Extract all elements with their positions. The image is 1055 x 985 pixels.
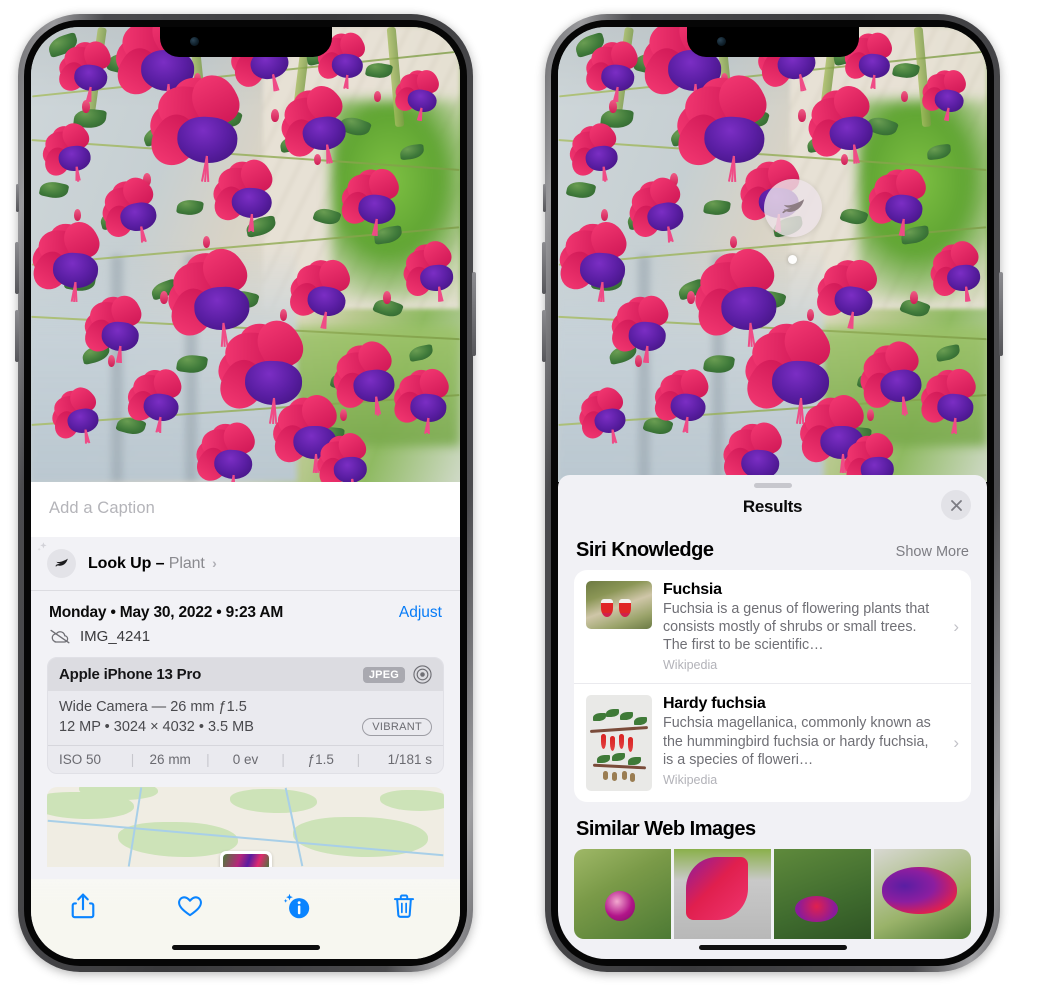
- front-camera: [189, 37, 199, 46]
- result-thumbnail: [586, 581, 652, 629]
- image-specs: 12 MP • 3024 × 4032 • 3.5 MB: [59, 719, 254, 735]
- capture-date-row: Monday • May 30, 2022 • 9:23 AM Adjust: [31, 591, 460, 626]
- front-camera: [716, 37, 726, 46]
- list-item[interactable]: Fuchsia Fuchsia is a genus of flowering …: [574, 570, 971, 683]
- result-description: Fuchsia magellanica, commonly known as t…: [663, 715, 931, 768]
- volume-up-button[interactable]: [15, 242, 19, 294]
- photo-viewer[interactable]: [558, 27, 987, 482]
- photographic-style-badge: VIBRANT: [362, 718, 432, 736]
- exif-focal: 26 mm: [149, 752, 191, 767]
- heart-icon[interactable]: [175, 891, 209, 925]
- filename-label: IMG_4241: [80, 628, 151, 645]
- chevron-right-icon: ›: [212, 554, 217, 571]
- iphone-left-photos-info: Add a Caption Look Up – Plant › Monday •…: [15, 14, 476, 972]
- look-up-title: Look Up –: [88, 554, 165, 572]
- web-image-thumbnail[interactable]: [674, 849, 771, 940]
- share-icon[interactable]: [68, 891, 102, 925]
- trash-icon[interactable]: [389, 891, 423, 925]
- web-image-thumbnail[interactable]: [774, 849, 871, 940]
- exif-shutter: 1/181 s: [387, 752, 432, 767]
- web-image-thumbnail[interactable]: [574, 849, 671, 940]
- silent-switch[interactable]: [543, 184, 546, 212]
- look-up-label: Look Up – Plant ›: [88, 555, 217, 573]
- volume-down-button[interactable]: [542, 310, 546, 362]
- volume-up-button[interactable]: [542, 242, 546, 294]
- visual-look-up-anchor-dot: [788, 255, 797, 264]
- visual-look-up-badge[interactable]: [764, 179, 822, 237]
- exif-exposure: 0 ev: [232, 752, 259, 767]
- adjust-button[interactable]: Adjust: [399, 604, 442, 622]
- exif-iso: ISO 50: [59, 752, 102, 767]
- map-photo-pin[interactable]: [219, 851, 272, 867]
- filename-row: IMG_4241: [31, 626, 460, 657]
- photo-info-sheet: Add a Caption Look Up – Plant › Monday •…: [31, 482, 460, 959]
- screenshot-canvas: Add a Caption Look Up – Plant › Monday •…: [0, 0, 1055, 985]
- format-badge: JPEG: [362, 666, 405, 683]
- screen-right: Results Siri Knowledge Show More Fuchsia…: [558, 27, 987, 959]
- device-name: Apple iPhone 13 Pro: [59, 666, 202, 683]
- results-header: Results: [558, 488, 987, 529]
- look-up-row[interactable]: Look Up – Plant ›: [31, 537, 460, 591]
- result-thumbnail: [586, 695, 652, 792]
- photo-viewer[interactable]: [31, 27, 460, 482]
- web-image-thumbnail[interactable]: [874, 849, 971, 940]
- result-title: Fuchsia: [663, 581, 722, 598]
- leaf-glyph: [55, 558, 68, 567]
- leaf-icon: [37, 542, 76, 578]
- device-notch: [686, 27, 859, 57]
- siri-knowledge-header: Siri Knowledge Show More: [558, 529, 987, 570]
- aperture-icon: [413, 665, 432, 684]
- exif-header: Apple iPhone 13 Pro JPEG: [48, 658, 443, 691]
- exif-body: Wide Camera — 26 mm ƒ1.5 12 MP • 3024 × …: [48, 691, 443, 745]
- page-title: Results: [742, 497, 803, 516]
- location-map[interactable]: [47, 787, 444, 867]
- cloud-slash-icon: [50, 629, 70, 644]
- list-item[interactable]: Hardy fuchsia Fuchsia magellanica, commo…: [574, 683, 971, 802]
- section-title: Similar Web Images: [576, 818, 756, 841]
- caption-input[interactable]: Add a Caption: [31, 482, 460, 537]
- exif-card[interactable]: Apple iPhone 13 Pro JPEG Wide Camera — 2…: [47, 657, 444, 774]
- result-description: Fuchsia is a genus of flowering plants t…: [663, 601, 930, 654]
- show-more-button[interactable]: Show More: [896, 544, 969, 560]
- similar-web-images-header: Similar Web Images: [558, 802, 987, 843]
- siri-knowledge-card: Fuchsia Fuchsia is a genus of flowering …: [574, 570, 971, 803]
- home-indicator[interactable]: [698, 945, 847, 950]
- result-source: Wikipedia: [663, 772, 718, 787]
- fuchsia-plant: [31, 27, 460, 482]
- device-notch: [159, 27, 332, 57]
- results-sheet: Results Siri Knowledge Show More Fuchsia…: [558, 475, 987, 959]
- fuchsia-plant: [558, 27, 987, 482]
- screen-left: Add a Caption Look Up – Plant › Monday •…: [31, 27, 460, 959]
- section-title: Siri Knowledge: [576, 539, 714, 561]
- leaf-icon: [782, 199, 805, 214]
- home-indicator[interactable]: [171, 945, 320, 950]
- power-button[interactable]: [472, 272, 476, 356]
- result-source: Wikipedia: [663, 658, 718, 673]
- volume-down-button[interactable]: [15, 310, 19, 362]
- iphone-right-visual-lookup: Results Siri Knowledge Show More Fuchsia…: [542, 14, 1003, 972]
- silent-switch[interactable]: [16, 184, 19, 212]
- power-button[interactable]: [999, 272, 1003, 356]
- chevron-right-icon: ›: [953, 733, 959, 753]
- caption-placeholder: Add a Caption: [49, 499, 155, 517]
- lens-info: Wide Camera — 26 mm ƒ1.5: [59, 699, 247, 715]
- sparkle-icon: [37, 542, 47, 551]
- capture-date: Monday • May 30, 2022 • 9:23 AM: [49, 604, 284, 621]
- info-icon[interactable]: [282, 891, 316, 925]
- result-title: Hardy fuchsia: [663, 695, 766, 713]
- look-up-subject: Plant: [168, 554, 205, 572]
- chevron-right-icon: ›: [953, 616, 959, 636]
- similar-web-images-row[interactable]: [574, 849, 971, 940]
- exif-aperture: ƒ1.5: [307, 752, 334, 767]
- exif-stats-row: ISO 50 | 26 mm | 0 ev | ƒ1.5 | 1/181 s: [48, 745, 443, 773]
- close-icon[interactable]: [941, 490, 971, 520]
